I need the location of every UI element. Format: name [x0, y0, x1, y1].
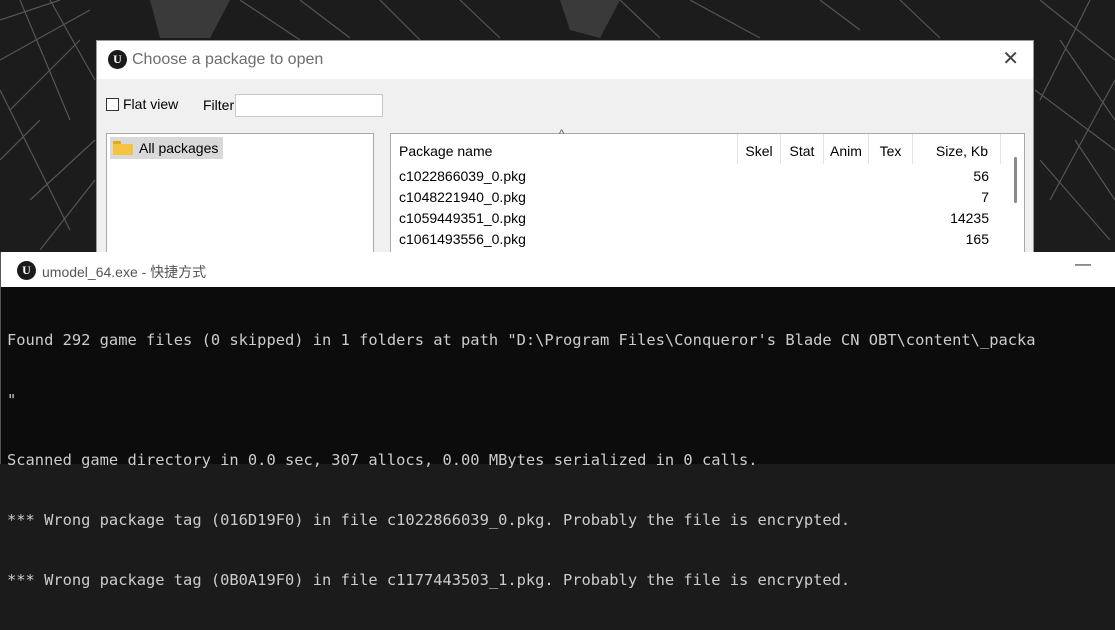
checkbox-box[interactable]	[106, 97, 119, 111]
list-scrollbar[interactable]	[1014, 157, 1017, 203]
unreal-logo-icon: U	[17, 261, 36, 280]
sort-ascending-icon: ^	[559, 128, 565, 140]
unreal-logo-icon: U	[108, 50, 127, 69]
column-header-skel[interactable]: Skel	[738, 134, 781, 164]
package-name: c1061493556_0.pkg	[399, 231, 526, 247]
console-window: U umodel_64.exe - 快捷方式 — Found 292 game …	[0, 252, 1115, 589]
column-header-size[interactable]: Size, Kb	[913, 134, 1001, 164]
folder-icon	[113, 141, 133, 155]
flat-view-label: Flat view	[123, 96, 179, 112]
package-name: c1048221940_0.pkg	[399, 189, 526, 205]
column-header-anim[interactable]: Anim	[824, 134, 869, 164]
package-size: 7	[981, 189, 989, 205]
console-titlebar[interactable]: U umodel_64.exe - 快捷方式 —	[1, 252, 1115, 287]
column-label: Package name	[399, 143, 493, 159]
table-row[interactable]: c1059449351_0.pkg 14235	[391, 208, 1001, 229]
column-header-stat[interactable]: Stat	[781, 134, 824, 164]
tree-item-label: All packages	[139, 140, 219, 156]
dialog-title: Choose a package to open	[132, 51, 324, 68]
package-name: c1022866039_0.pkg	[399, 168, 526, 184]
console-title: umodel_64.exe - 快捷方式	[42, 264, 207, 280]
package-name: c1059449351_0.pkg	[399, 210, 526, 226]
dialog-titlebar[interactable]: U Choose a package to open ✕	[97, 41, 1033, 79]
table-row[interactable]: c1061493556_0.pkg 165	[391, 229, 1001, 250]
console-line: Found 292 game files (0 skipped) in 1 fo…	[7, 331, 1036, 349]
package-dialog: U Choose a package to open ✕ Flat view F…	[96, 40, 1034, 281]
console-line: *** Wrong package tag (0B0A19F0) in file…	[7, 571, 851, 589]
table-row[interactable]: c1022866039_0.pkg 56	[391, 166, 1001, 187]
filter-label: Filter:	[203, 97, 238, 113]
table-row[interactable]: c1048221940_0.pkg 7	[391, 187, 1001, 208]
console-output: Found 292 game files (0 skipped) in 1 fo…	[7, 290, 1115, 630]
console-line: "	[7, 391, 17, 409]
package-size: 165	[965, 231, 989, 247]
package-size: 56	[973, 168, 989, 184]
tree-item-all-packages[interactable]: All packages	[110, 137, 224, 159]
column-header-package-name[interactable]: Package name ^	[391, 128, 738, 164]
flat-view-checkbox[interactable]: Flat view	[106, 96, 178, 112]
console-line: *** Wrong package tag (016D19F0) in file…	[7, 511, 851, 529]
filter-input[interactable]	[235, 94, 383, 117]
close-icon[interactable]: ✕	[1002, 49, 1019, 69]
package-size: 14235	[950, 210, 989, 226]
column-header-tex[interactable]: Tex	[869, 134, 913, 164]
console-line: Scanned game directory in 0.0 sec, 307 a…	[7, 451, 758, 469]
minimize-icon[interactable]: —	[1075, 256, 1091, 274]
